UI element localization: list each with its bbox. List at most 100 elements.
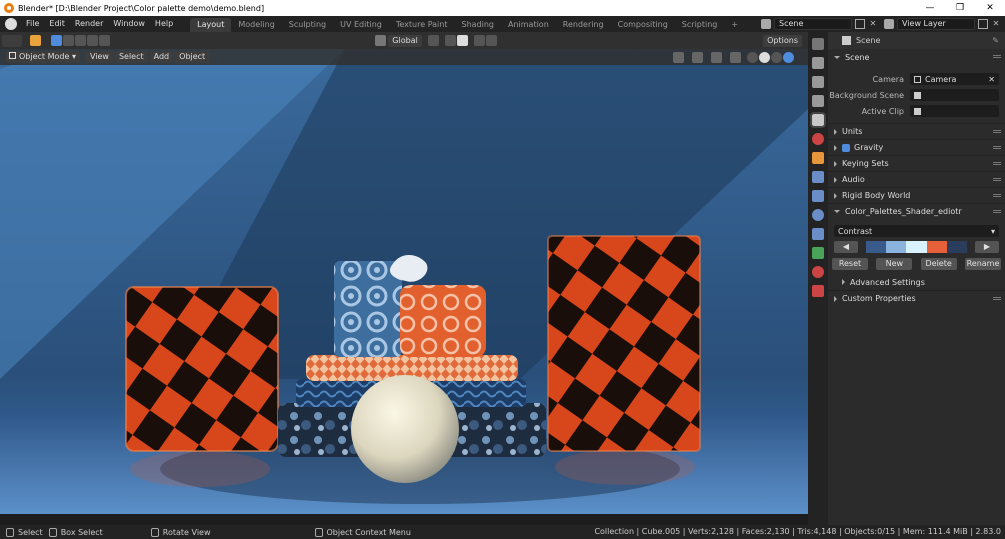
scene-tab-icon[interactable]	[810, 112, 826, 128]
section-rigid-body-world[interactable]: Rigid Body World	[828, 187, 1005, 203]
section-audio[interactable]: Audio	[828, 171, 1005, 187]
3d-viewport[interactable]	[0, 49, 808, 514]
palette-select[interactable]: Contrast ▾	[834, 225, 999, 237]
minimize-button[interactable]: —	[915, 0, 945, 16]
section-custom-properties[interactable]: Custom Properties	[828, 290, 1005, 306]
delete-view-layer-icon[interactable]: ✕	[991, 19, 1001, 29]
new-scene-icon[interactable]	[855, 19, 865, 29]
drag-grip-icon[interactable]	[993, 178, 1001, 181]
viewport-menu-select[interactable]: Select	[114, 51, 148, 63]
viewport-menu-add[interactable]: Add	[149, 51, 174, 63]
tab-layout[interactable]: Layout	[190, 17, 232, 32]
overlay-icon[interactable]	[711, 51, 722, 63]
shading-rendered-icon[interactable]	[783, 51, 794, 63]
constraints-tab-icon[interactable]	[812, 228, 824, 240]
xray-icon[interactable]	[730, 51, 741, 63]
drag-grip-icon[interactable]	[993, 210, 1001, 213]
section-gravity[interactable]: Gravity	[828, 139, 1005, 155]
scene-icon[interactable]	[761, 19, 771, 29]
gravity-checkbox[interactable]	[842, 143, 850, 152]
scene-name-field[interactable]: Scene	[774, 18, 852, 30]
maximize-button[interactable]: ❒	[945, 0, 975, 16]
palette-swatch[interactable]	[906, 241, 927, 253]
menu-help[interactable]: Help	[150, 16, 178, 32]
viewport-menu-object[interactable]: Object	[175, 51, 210, 63]
section-units[interactable]: Units	[828, 123, 1005, 139]
palette-swatch[interactable]	[926, 241, 947, 253]
new-button[interactable]: New	[876, 258, 913, 270]
add-workspace-button[interactable]: +	[724, 18, 745, 32]
proportional-edit-icon[interactable]	[473, 35, 485, 46]
drag-grip-icon[interactable]	[993, 297, 1001, 300]
select-subtract-icon[interactable]	[75, 35, 86, 46]
delete-scene-icon[interactable]: ✕	[868, 19, 878, 29]
world-tab-icon[interactable]	[812, 133, 824, 145]
tab-scripting[interactable]: Scripting	[675, 18, 725, 32]
drag-grip-icon[interactable]	[993, 55, 1001, 58]
drag-grip-icon[interactable]	[993, 146, 1001, 149]
shading-wireframe-icon[interactable]	[747, 51, 758, 63]
tab-modeling[interactable]: Modeling	[231, 18, 281, 32]
previous-palette-button[interactable]: ◀	[834, 241, 858, 253]
drag-grip-icon[interactable]	[993, 130, 1001, 133]
material-tab-icon[interactable]	[812, 266, 824, 278]
select-box-mode-icon[interactable]	[51, 35, 62, 46]
section-advanced-settings[interactable]: Advanced Settings	[828, 274, 1005, 290]
gizmo-icon[interactable]	[692, 51, 703, 63]
palette-swatch[interactable]	[946, 241, 968, 253]
falloff-icon[interactable]	[485, 35, 497, 46]
visibility-icon[interactable]	[673, 51, 684, 63]
object-mode-select[interactable]: Object Mode ▾	[6, 51, 80, 63]
palette-swatch[interactable]	[886, 241, 907, 253]
menu-window[interactable]: Window	[108, 16, 150, 32]
pin-icon[interactable]: ✎	[992, 36, 999, 45]
snap-icon[interactable]	[444, 35, 456, 46]
menu-render[interactable]: Render	[70, 16, 108, 32]
transform-orientation-select[interactable]: Global	[388, 34, 422, 47]
select-extend-icon[interactable]	[63, 35, 74, 46]
menu-file[interactable]: File	[21, 16, 44, 32]
tool-tab-icon[interactable]	[812, 38, 824, 50]
view-layer-icon[interactable]	[884, 19, 894, 29]
pivot-icon[interactable]	[427, 35, 439, 46]
blender-menu-icon[interactable]	[5, 18, 17, 30]
menu-edit[interactable]: Edit	[44, 16, 70, 32]
texture-tab-icon[interactable]	[812, 285, 824, 297]
clear-camera-icon[interactable]: ✕	[988, 75, 995, 84]
section-color-palettes[interactable]: Color_Palettes_Shader_ediotr	[828, 203, 1005, 219]
shading-solid-icon[interactable]	[759, 51, 770, 63]
output-tab-icon[interactable]	[812, 76, 824, 88]
modifier-tab-icon[interactable]	[812, 171, 824, 183]
section-keying-sets[interactable]: Keying Sets	[828, 155, 1005, 171]
view-layer-field[interactable]: View Layer	[897, 18, 975, 30]
select-invert-icon[interactable]	[87, 35, 98, 46]
new-view-layer-icon[interactable]	[978, 19, 988, 29]
palette-swatch[interactable]	[866, 241, 887, 253]
data-tab-icon[interactable]	[812, 247, 824, 259]
particles-tab-icon[interactable]	[812, 190, 824, 202]
drag-grip-icon[interactable]	[993, 194, 1001, 197]
reset-button[interactable]: Reset	[832, 258, 868, 270]
snap-target-icon[interactable]	[456, 35, 468, 46]
select-tool-icon[interactable]	[30, 35, 41, 46]
tab-compositing[interactable]: Compositing	[611, 18, 675, 32]
tab-sculpting[interactable]: Sculpting	[282, 18, 333, 32]
camera-field[interactable]: Camera ✕	[910, 73, 999, 85]
active-clip-field[interactable]	[910, 105, 999, 117]
shading-material-icon[interactable]	[771, 51, 782, 63]
tab-texture-paint[interactable]: Texture Paint	[389, 18, 455, 32]
options-button[interactable]: Options	[763, 34, 802, 47]
viewport-menu-view[interactable]: View	[85, 51, 113, 63]
rename-button[interactable]: Rename	[964, 258, 1001, 270]
close-window-button[interactable]: ✕	[975, 0, 1005, 16]
physics-tab-icon[interactable]	[812, 209, 824, 221]
tab-rendering[interactable]: Rendering	[556, 18, 611, 32]
section-scene[interactable]: Scene	[828, 49, 1005, 65]
render-tab-icon[interactable]	[812, 57, 824, 69]
view-layer-tab-icon[interactable]	[812, 95, 824, 107]
delete-button[interactable]: Delete	[920, 258, 957, 270]
object-tab-icon[interactable]	[812, 152, 824, 164]
tab-animation[interactable]: Animation	[501, 18, 556, 32]
background-scene-field[interactable]	[910, 89, 999, 101]
tab-uv-editing[interactable]: UV Editing	[333, 18, 389, 32]
